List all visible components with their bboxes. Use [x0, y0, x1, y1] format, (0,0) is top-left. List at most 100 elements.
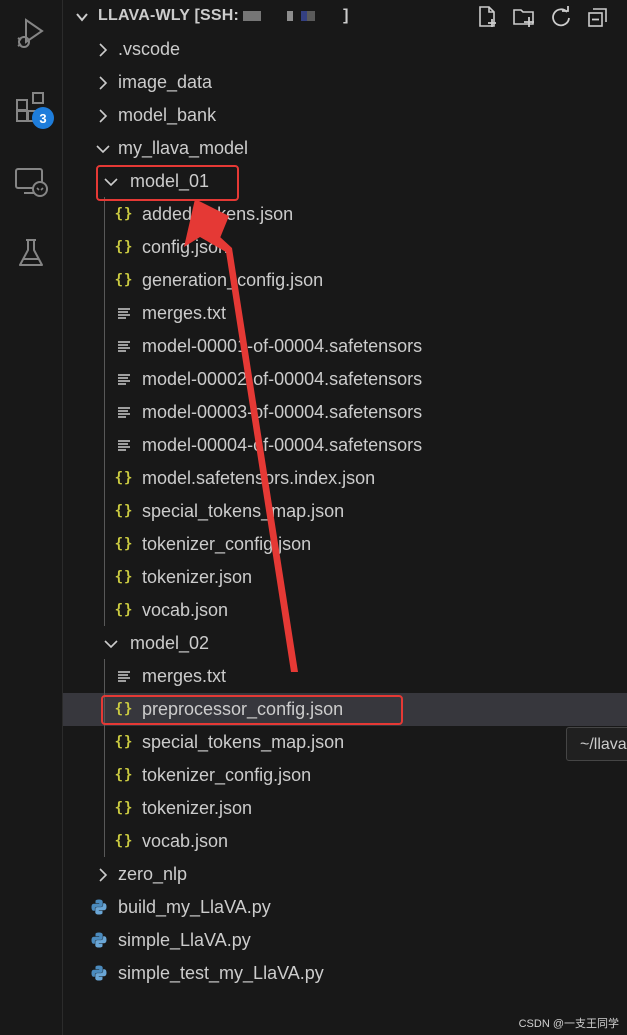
tree-row-file[interactable]: {} tokenizer.json [63, 561, 627, 594]
tree-item-label: model-00004-of-00004.safetensors [142, 435, 423, 455]
json-file-icon: {} [114, 767, 134, 783]
tree-item-label: model.safetensors.index.json [142, 468, 376, 488]
tree-item-label: tokenizer.json [142, 567, 253, 587]
tree-row-file[interactable]: model-00004-of-00004.safetensors [63, 429, 627, 462]
tree-item-label: special_tokens_map.json [142, 501, 345, 521]
tree-item-label: tokenizer_config.json [142, 534, 312, 554]
text-file-icon [115, 337, 133, 355]
tree-row-file[interactable]: {} model.safetensors.index.json [63, 462, 627, 495]
tree-row-file[interactable]: {} vocab.json [63, 825, 627, 858]
collapse-all-icon[interactable] [585, 4, 611, 30]
text-file-icon [115, 667, 133, 685]
tree-row-file[interactable]: {} tokenizer_config.json [63, 759, 627, 792]
explorer-actions [474, 4, 611, 30]
refresh-icon[interactable] [548, 4, 574, 30]
tree-row-file[interactable]: model-00003-of-00004.safetensors [63, 396, 627, 429]
tree-item-label: vocab.json [142, 600, 229, 620]
tree-item-label: my_llava_model [118, 138, 249, 158]
tree-row-file[interactable]: {} config.json [63, 231, 627, 264]
json-file-icon: {} [114, 470, 134, 486]
annotation-box-preprocessor-config [101, 695, 403, 725]
python-file-icon [90, 931, 108, 949]
explorer-panel: LLAVA-WLY [SSH:] .vscode image_data mode… [63, 0, 627, 1035]
tree-row-file[interactable]: {} added_tokens.json [63, 198, 627, 231]
tree-item-label: vocab.json [142, 831, 229, 851]
tree-row-file[interactable]: {} special_tokens_map.json [63, 495, 627, 528]
json-file-icon: {} [114, 272, 134, 288]
chevron-down-icon[interactable] [95, 141, 111, 157]
indent-guide [104, 197, 105, 626]
remote-explorer-icon[interactable] [10, 160, 52, 202]
text-file-icon [115, 370, 133, 388]
tree-row-file[interactable]: model-00001-of-00004.safetensors [63, 330, 627, 363]
tree-row-folder[interactable]: zero_nlp [63, 858, 627, 891]
path-tooltip: ~/llava [566, 727, 627, 761]
tree-row-folder[interactable]: my_llava_model [63, 132, 627, 165]
tree-item-label: image_data [118, 72, 213, 92]
tree-row-file[interactable]: merges.txt [63, 297, 627, 330]
run-debug-icon[interactable] [10, 12, 52, 54]
json-file-icon: {} [114, 734, 134, 750]
tree-row-folder[interactable]: .vscode [63, 33, 627, 66]
tree-item-label: model-00003-of-00004.safetensors [142, 402, 423, 422]
tree-item-label: model_bank [118, 105, 217, 125]
activity-bar: 3 [0, 0, 63, 1035]
vscode-window: 3 LLAVA-WLY [SSH:] .vscode image_data mo… [0, 0, 627, 1035]
chevron-right-icon[interactable] [95, 42, 111, 58]
tree-row-file[interactable]: merges.txt [63, 660, 627, 693]
testing-icon[interactable] [10, 232, 52, 274]
tree-item-label: model-00002-of-00004.safetensors [142, 369, 423, 389]
tree-item-label: special_tokens_map.json [142, 732, 345, 752]
extensions-badge: 3 [32, 107, 54, 129]
text-file-icon [115, 304, 133, 322]
tree-item-label: merges.txt [142, 666, 227, 686]
workspace-title: LLAVA-WLY [SSH:] [98, 7, 349, 25]
tree-item-label: added_tokens.json [142, 204, 294, 224]
json-file-icon: {} [114, 569, 134, 585]
json-file-icon: {} [114, 503, 134, 519]
json-file-icon: {} [114, 602, 134, 618]
tree-row-file[interactable]: {} tokenizer_config.json [63, 528, 627, 561]
text-file-icon [115, 403, 133, 421]
tree-row-file[interactable]: build_my_LlaVA.py [63, 891, 627, 924]
indent-guide [104, 659, 105, 857]
json-file-icon: {} [114, 800, 134, 816]
tree-row-folder[interactable]: model_02 [63, 627, 627, 660]
tree-row-file[interactable]: model-00002-of-00004.safetensors [63, 363, 627, 396]
chevron-right-icon[interactable] [95, 867, 111, 883]
tree-row-folder[interactable]: model_bank [63, 99, 627, 132]
new-file-icon[interactable] [474, 4, 500, 30]
tree-item-label: merges.txt [142, 303, 227, 323]
json-file-icon: {} [114, 239, 134, 255]
tree-item-label: model_02 [130, 633, 210, 653]
tree-row-file[interactable]: simple_test_my_LlaVA.py [63, 957, 627, 990]
text-file-icon [115, 436, 133, 454]
workspace-title-end: ] [343, 7, 349, 24]
tree-item-label: generation_config.json [142, 270, 324, 290]
python-file-icon [90, 898, 108, 916]
tree-item-label: simple_test_my_LlaVA.py [118, 963, 324, 983]
tree-item-label: tokenizer.json [142, 798, 253, 818]
tree-row-folder[interactable]: image_data [63, 66, 627, 99]
tree-item-label: tokenizer_config.json [142, 765, 312, 785]
json-file-icon: {} [114, 833, 134, 849]
json-file-icon: {} [114, 536, 134, 552]
chevron-right-icon[interactable] [95, 108, 111, 124]
tree-item-label: config.json [142, 237, 229, 257]
tree-row-file[interactable]: {} special_tokens_map.json [63, 726, 627, 759]
tree-item-label: simple_LlaVA.py [118, 930, 251, 950]
watermark: CSDN @一支王同学 [518, 1018, 619, 1030]
tree-row-file[interactable]: {} generation_config.json [63, 264, 627, 297]
tree-item-label: build_my_LlaVA.py [118, 897, 271, 917]
tree-row-file[interactable]: {} tokenizer.json [63, 792, 627, 825]
new-folder-icon[interactable] [511, 4, 537, 30]
chevron-down-icon[interactable] [75, 10, 89, 24]
tree-item-label: model-00001-of-00004.safetensors [142, 336, 423, 356]
tree-row-file[interactable]: {} vocab.json [63, 594, 627, 627]
chevron-down-icon[interactable] [103, 636, 119, 652]
tree-item-label: .vscode [118, 39, 181, 59]
json-file-icon: {} [114, 206, 134, 222]
tree-row-file[interactable]: simple_LlaVA.py [63, 924, 627, 957]
chevron-right-icon[interactable] [95, 75, 111, 91]
explorer-header[interactable]: LLAVA-WLY [SSH:] [63, 0, 627, 33]
